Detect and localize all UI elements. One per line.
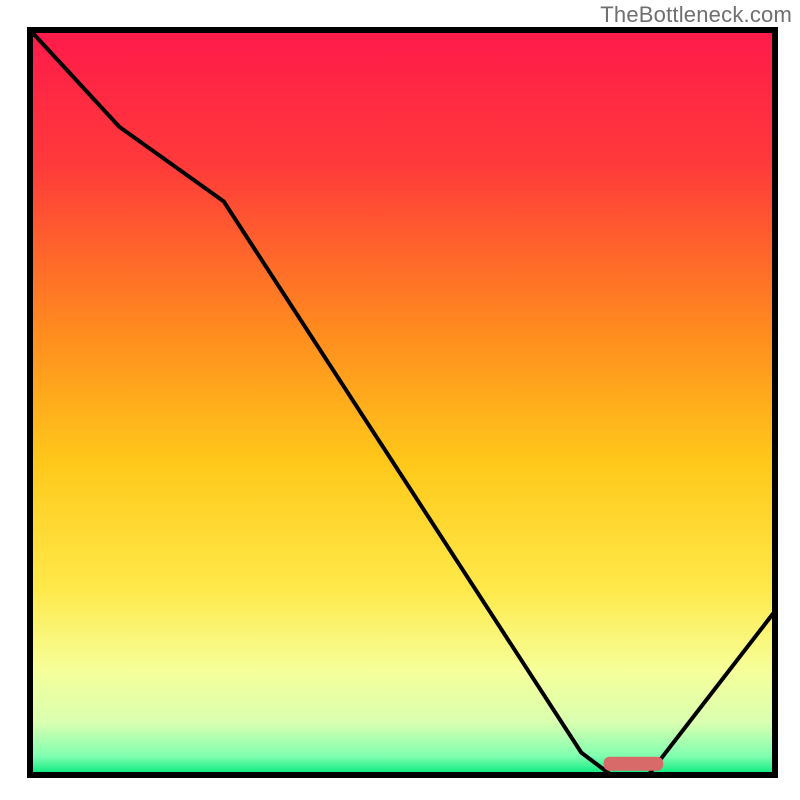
bottleneck-chart [0,0,800,800]
watermark-text: TheBottleneck.com [600,2,792,28]
chart-container: TheBottleneck.com [0,0,800,800]
optimal-zone-marker [604,757,664,771]
